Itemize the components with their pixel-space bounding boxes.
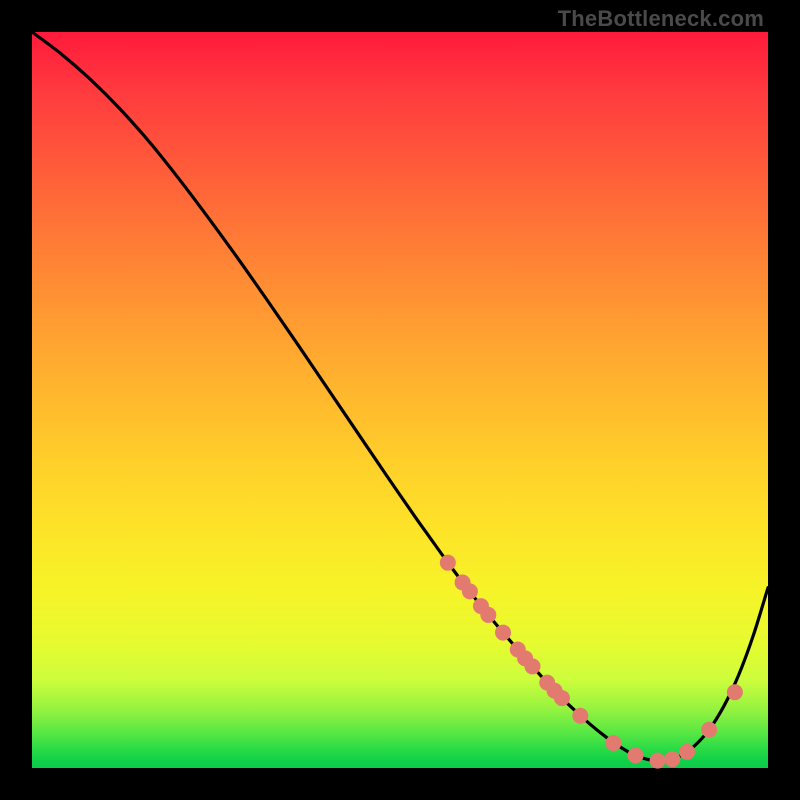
highlight-marker — [664, 751, 680, 767]
highlight-marker — [701, 722, 717, 738]
plot-area — [32, 32, 768, 768]
highlight-marker — [679, 744, 695, 760]
highlight-marker — [628, 747, 644, 763]
highlight-marker — [480, 607, 496, 623]
highlight-marker — [440, 555, 456, 571]
chart-svg — [32, 32, 768, 768]
highlight-marker — [462, 583, 478, 599]
highlight-marker — [554, 690, 570, 706]
chart-stage: TheBottleneck.com — [0, 0, 800, 800]
highlight-marker — [495, 625, 511, 641]
highlight-marker — [605, 735, 621, 751]
highlight-marker — [650, 753, 666, 769]
highlight-marker — [572, 708, 588, 724]
highlight-markers — [440, 555, 743, 769]
highlight-marker — [727, 684, 743, 700]
watermark-text: TheBottleneck.com — [558, 6, 764, 32]
highlight-marker — [524, 658, 540, 674]
bottleneck-curve — [32, 32, 768, 761]
